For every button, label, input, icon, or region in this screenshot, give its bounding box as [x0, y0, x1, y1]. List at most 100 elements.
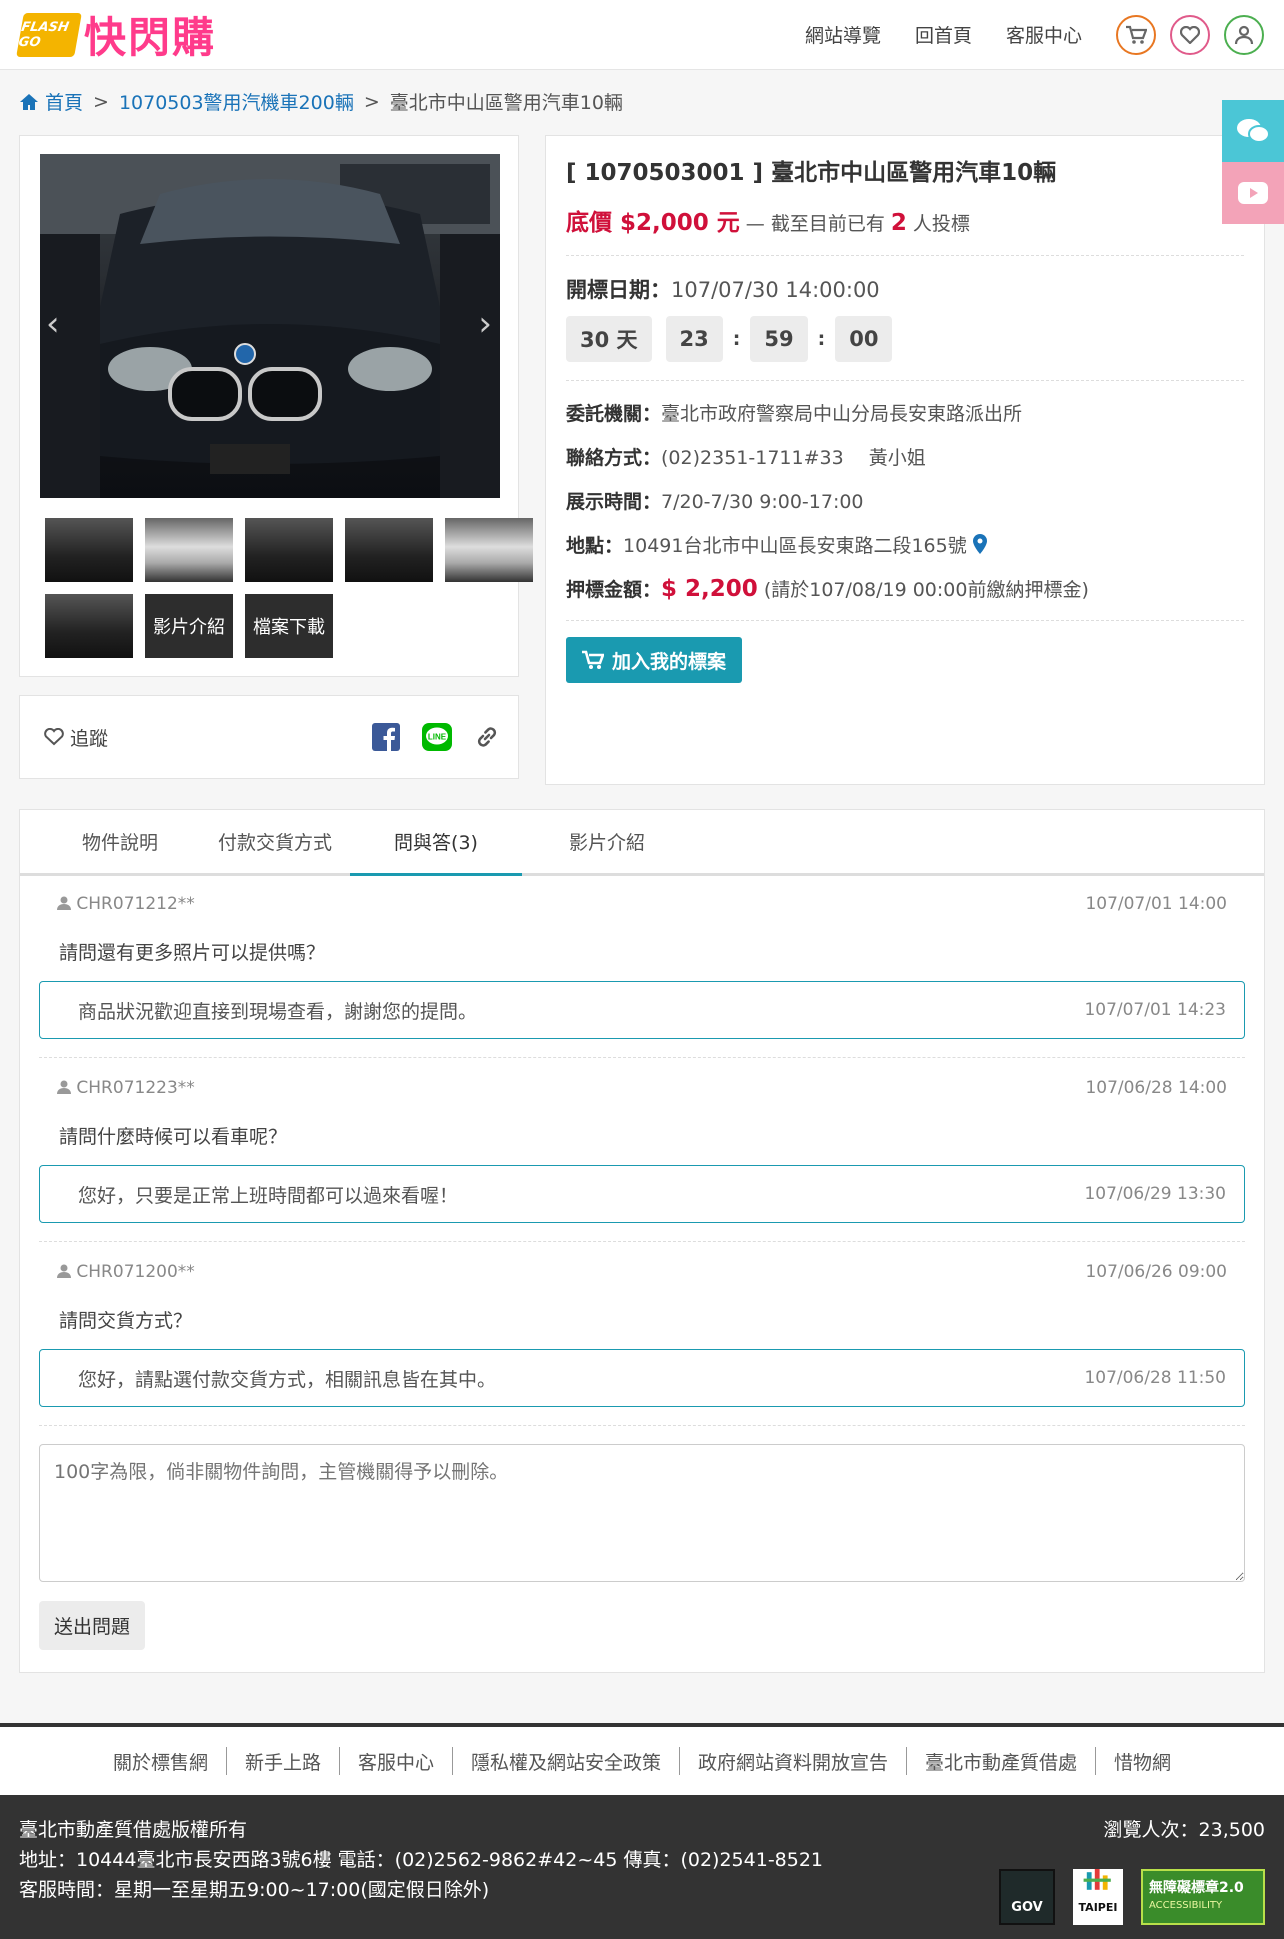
- logo-text: 快閃購: [84, 13, 217, 62]
- thumbnail[interactable]: [45, 518, 133, 582]
- footer-link-pawn[interactable]: 臺北市動產質借處: [907, 1748, 1095, 1775]
- qa-item: CHR071223** 107/06/28 14:00 請問什麼時候可以看車呢？ …: [39, 1074, 1245, 1242]
- footer-badges: GOV TAIPEI 無障礙標章2.0 ACCESSIBILITY: [999, 1869, 1265, 1925]
- agency-value: 臺北市政府警察局中山分局長安東路派出所: [661, 403, 1023, 425]
- video-intro-button[interactable]: 影片介紹: [145, 594, 233, 658]
- qa-answer-text: 您好，只要是正常上班時間都可以過來看喔！: [78, 1184, 459, 1207]
- divider: [566, 255, 1244, 256]
- divider: [566, 380, 1244, 381]
- add-button-label: 加入我的標案: [612, 650, 727, 673]
- user-icon: [57, 1080, 71, 1094]
- qa-user: CHR071212**: [57, 894, 195, 914]
- tab-payment[interactable]: 付款交貨方式: [200, 810, 350, 873]
- member-icon[interactable]: [1224, 14, 1264, 55]
- submit-question-button[interactable]: 送出問題: [39, 1601, 146, 1650]
- deposit-label: 押標金額：: [566, 579, 662, 601]
- site-header: FLASH GO 快閃購 網站導覽 回首頁 客服中心: [0, 0, 1284, 70]
- countdown-seconds: 00: [835, 316, 893, 362]
- file-download-button[interactable]: 檔案下載: [245, 594, 333, 658]
- side-video-button[interactable]: [1222, 162, 1284, 224]
- user-icon: [57, 896, 71, 910]
- open-date-label: 開標日期：: [566, 278, 671, 302]
- tab-panel: 物件說明 付款交貨方式 問與答(3) 影片介紹 CHR071212** 107/0…: [19, 809, 1265, 1673]
- thumbnail[interactable]: [45, 594, 133, 658]
- deposit-amount: $ 2,200: [661, 576, 758, 602]
- qa-answer: 您好，請點選付款交貨方式，相關訊息皆在其中。 107/06/28 11:50: [39, 1349, 1245, 1407]
- main-car-photo: ‹ ›: [40, 154, 500, 498]
- reserve-price: 底價 $2,000 元: [566, 210, 740, 236]
- qa-user: CHR071200**: [57, 1262, 195, 1282]
- thumbnail[interactable]: [445, 518, 533, 582]
- qa-answer-time: 107/07/01 14:23: [1084, 1000, 1226, 1020]
- share-bar: 追蹤 LINE: [19, 695, 519, 779]
- qa-user: CHR071223**: [57, 1078, 195, 1098]
- qa-question: 請問什麼時候可以看車呢？: [59, 1126, 288, 1148]
- qa-question: 請問交貨方式？: [59, 1310, 193, 1332]
- thumbnail[interactable]: [345, 518, 433, 582]
- accessibility-badge[interactable]: 無障礙標章2.0 ACCESSIBILITY: [1141, 1869, 1265, 1925]
- qa-item: CHR071200** 107/06/26 09:00 請問交貨方式？ 您好，請點…: [39, 1258, 1245, 1426]
- logo-flash-badge: FLASH GO: [16, 12, 82, 57]
- image-gallery: ‹ › 影片介紹 檔案下載: [19, 135, 533, 677]
- taipei-badge[interactable]: TAIPEI: [1073, 1869, 1123, 1925]
- footer-link-beginner[interactable]: 新手上路: [227, 1748, 339, 1775]
- breadcrumb: 首頁 > 1070503警用汽機車200輛 > 臺北市中山區警用汽車10輛: [19, 88, 1265, 115]
- chat-icon: [1237, 119, 1270, 143]
- favorites-icon[interactable]: [1170, 14, 1210, 55]
- breadcrumb-current: 臺北市中山區警用汽車10輛: [389, 92, 623, 114]
- thumbnail[interactable]: [145, 518, 233, 582]
- facebook-icon[interactable]: [372, 723, 400, 751]
- qa-time: 107/06/28 14:00: [1085, 1078, 1227, 1098]
- qa-time: 107/07/01 14:00: [1085, 894, 1227, 914]
- cart-icon[interactable]: [1116, 14, 1156, 55]
- cart-icon: [582, 650, 604, 669]
- countdown-timer: 30 天 23 : 59 : 00: [566, 316, 1244, 362]
- breadcrumb-home[interactable]: 首頁: [45, 88, 83, 115]
- item-info-list: 委託機關：臺北市政府警察局中山分局長安東路派出所 聯絡方式：(02)2351-1…: [566, 399, 1244, 602]
- footer-copyright: 臺北市動產質借處版權所有: [19, 1819, 248, 1841]
- footer-link-privacy[interactable]: 隱私權及網站安全政策: [453, 1748, 679, 1775]
- countdown-minutes: 59: [750, 316, 808, 362]
- svg-text:LINE: LINE: [428, 733, 447, 742]
- breadcrumb-separator: >: [93, 90, 109, 113]
- display-time-value: 7/20-7/30 9:00-17:00: [661, 491, 864, 513]
- gov-badge[interactable]: GOV: [999, 1869, 1055, 1925]
- nav-service[interactable]: 客服中心: [1006, 21, 1082, 48]
- breadcrumb-separator: >: [363, 90, 380, 113]
- add-to-my-bids-button[interactable]: 加入我的標案: [566, 637, 743, 683]
- nav-home[interactable]: 回首頁: [915, 21, 972, 48]
- prev-arrow-icon[interactable]: ‹: [46, 304, 60, 344]
- follow-label: 追蹤: [70, 727, 109, 750]
- qa-answer: 商品狀況歡迎直接到現場查看，謝謝您的提問。 107/07/01 14:23: [39, 981, 1245, 1039]
- agency-label: 委託機關：: [566, 403, 662, 425]
- link-icon[interactable]: [474, 724, 500, 750]
- breadcrumb-category[interactable]: 1070503警用汽機車200輛: [119, 88, 354, 115]
- qa-item: CHR071212** 107/07/01 14:00 請問還有更多照片可以提供嗎…: [39, 890, 1245, 1058]
- line-icon[interactable]: LINE: [422, 723, 452, 751]
- deposit-note: (請於107/08/19 00:00前繳納押標金): [763, 579, 1089, 601]
- qa-answer-time: 107/06/29 13:30: [1084, 1184, 1226, 1204]
- thumbnail[interactable]: [245, 518, 333, 582]
- map-pin-icon[interactable]: [972, 534, 987, 554]
- footer-link-xiwu[interactable]: 惜物網: [1096, 1748, 1189, 1775]
- main-content: 首頁 > 1070503警用汽機車200輛 > 臺北市中山區警用汽車10輛 ‹ …: [0, 70, 1284, 1723]
- tab-qa[interactable]: 問與答(3): [350, 810, 522, 876]
- tab-description[interactable]: 物件說明: [40, 810, 200, 873]
- footer-link-service[interactable]: 客服中心: [340, 1748, 452, 1775]
- youtube-icon: [1238, 182, 1268, 204]
- footer-link-open-data[interactable]: 政府網站資料開放宣告: [680, 1748, 906, 1775]
- tab-video[interactable]: 影片介紹: [522, 810, 692, 873]
- taipei-logo-icon: [1083, 1869, 1111, 1890]
- address-value: 10491台北市中山區長安東路二段165號: [623, 535, 967, 557]
- next-arrow-icon[interactable]: ›: [478, 304, 492, 344]
- footer-link-about[interactable]: 關於標售網: [95, 1748, 226, 1775]
- site-logo[interactable]: FLASH GO 快閃購: [16, 4, 217, 65]
- display-time-label: 展示時間：: [566, 491, 662, 513]
- footer-nav: 關於標售網 新手上路 客服中心 隱私權及網站安全政策 政府網站資料開放宣告 臺北…: [0, 1723, 1284, 1795]
- nav-sitemap[interactable]: 網站導覽: [805, 21, 881, 48]
- side-chat-button[interactable]: [1222, 100, 1284, 162]
- bid-suffix: 人投標: [912, 213, 970, 235]
- follow-button[interactable]: 追蹤: [44, 724, 108, 751]
- home-icon: [20, 93, 38, 110]
- question-input[interactable]: [39, 1444, 1245, 1582]
